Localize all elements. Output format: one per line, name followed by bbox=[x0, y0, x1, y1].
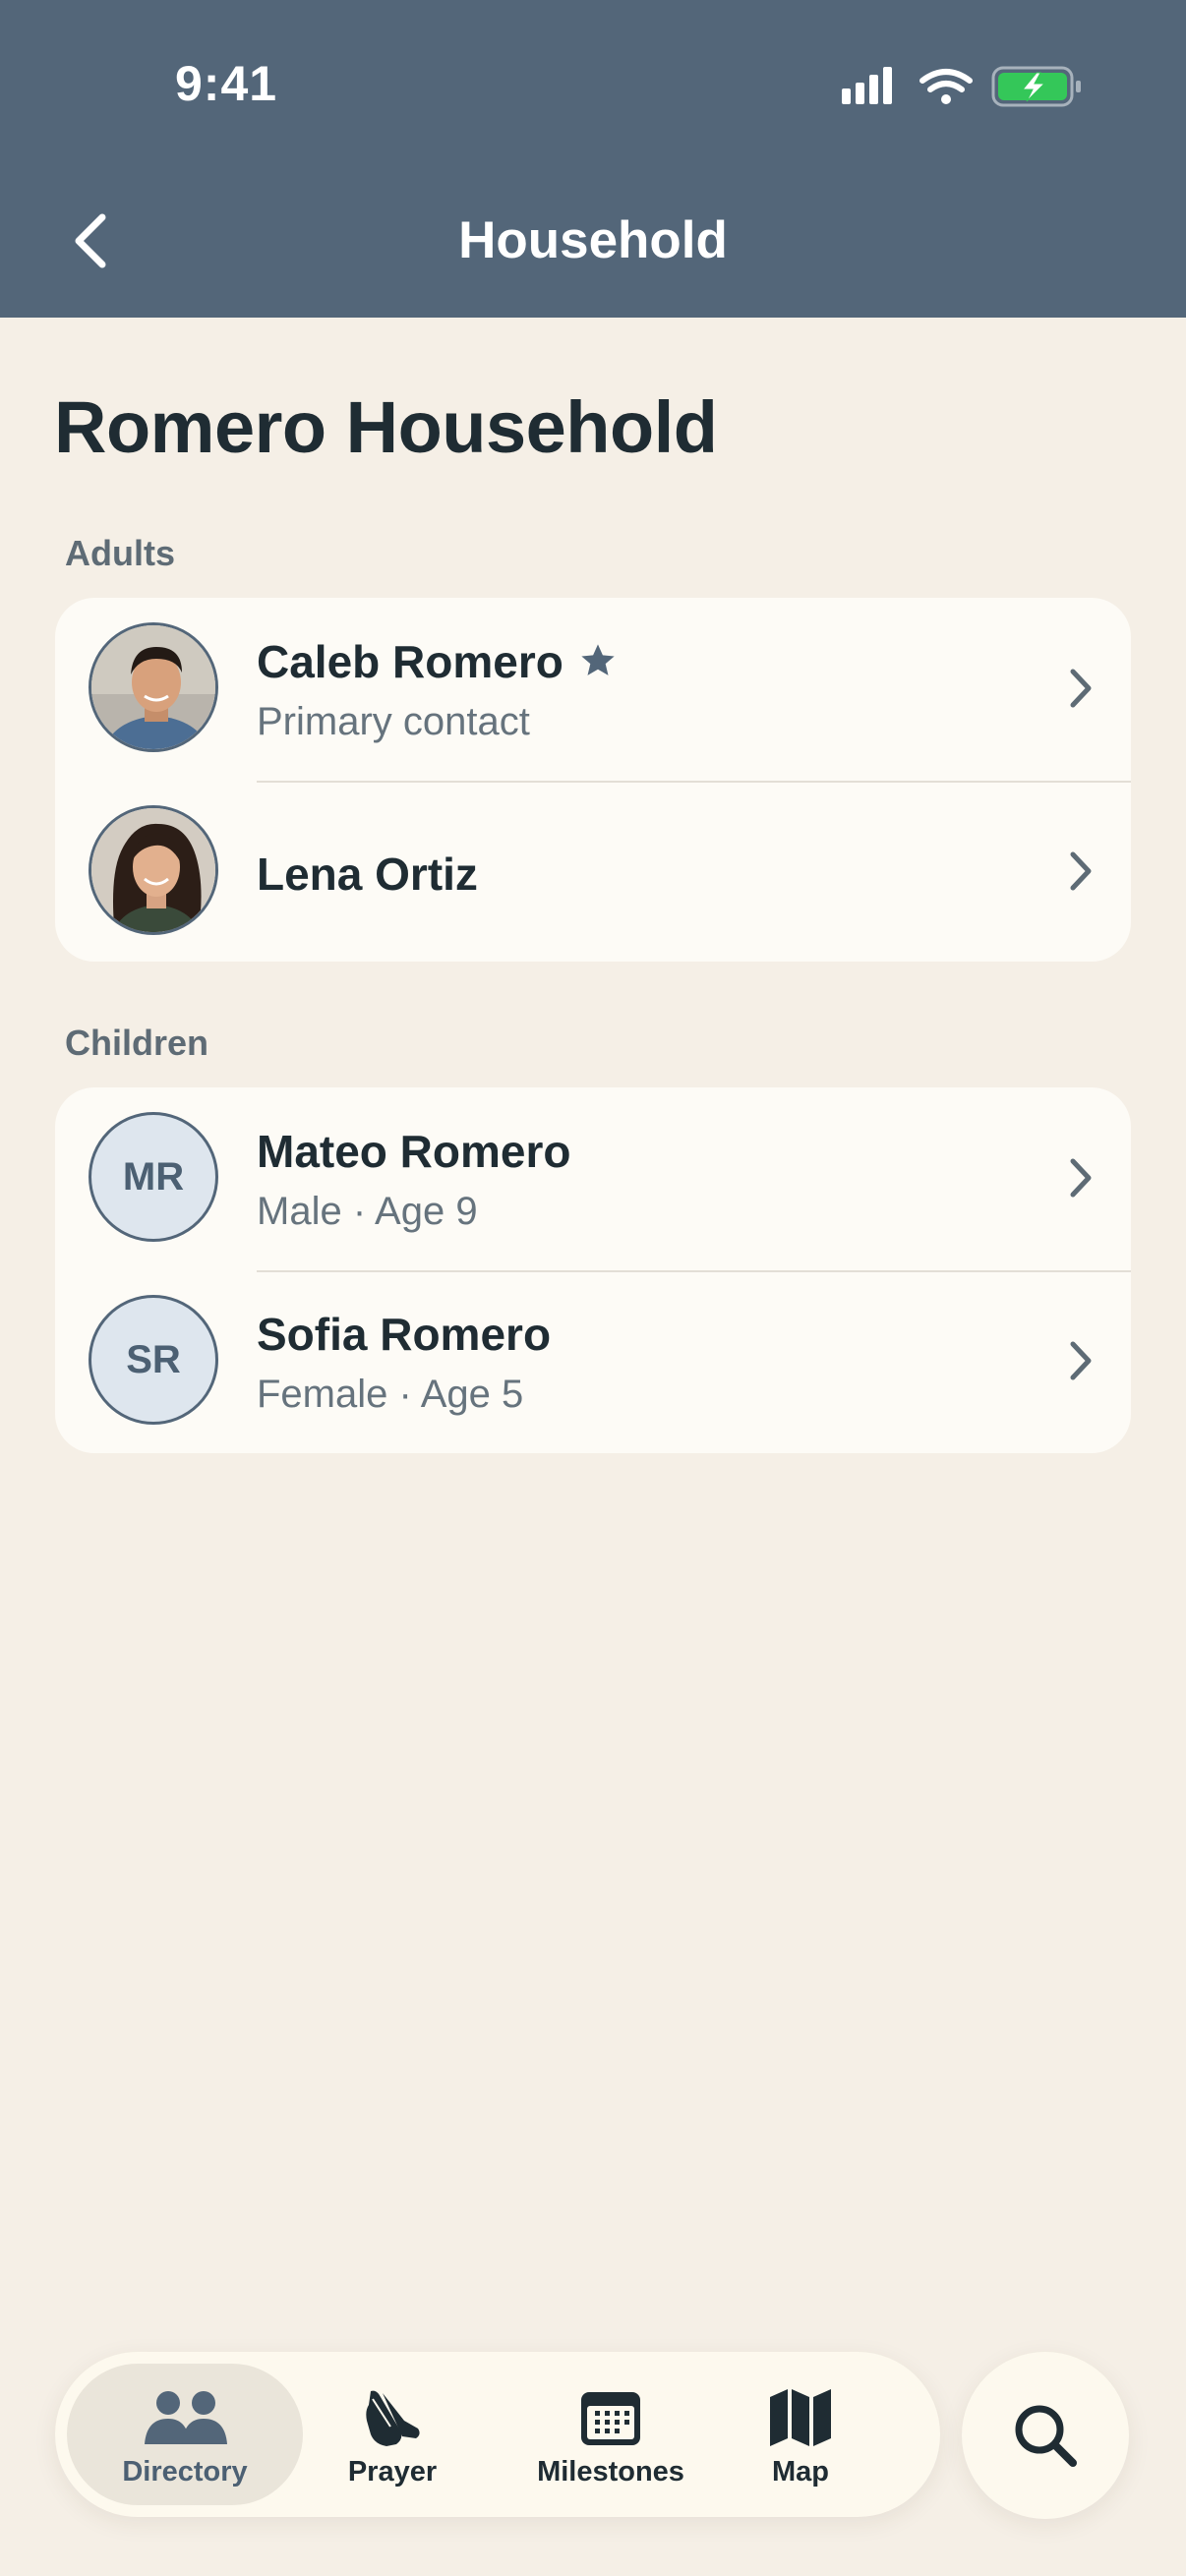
avatar bbox=[89, 622, 218, 752]
member-row-sofia-romero[interactable]: SR Sofia Romero Female · Age 5 bbox=[55, 1270, 1131, 1453]
chevron-right-icon bbox=[1068, 849, 1094, 898]
section-label-adults: Adults bbox=[65, 533, 175, 573]
tab-label: Prayer bbox=[347, 2456, 438, 2488]
member-name: Lena Ortiz bbox=[257, 849, 478, 900]
member-subtitle: Male · Age 9 bbox=[257, 1190, 478, 1233]
tab-directory[interactable]: Directory bbox=[67, 2364, 303, 2505]
tab-map[interactable]: Map bbox=[712, 2364, 889, 2505]
chevron-right-icon bbox=[1068, 1156, 1094, 1204]
tab-label: Milestones bbox=[537, 2456, 684, 2488]
member-row-lena-ortiz[interactable]: Lena Ortiz bbox=[55, 781, 1131, 962]
member-name: Sofia Romero bbox=[257, 1309, 552, 1360]
avatar bbox=[89, 805, 218, 935]
page-title: Romero Household bbox=[54, 386, 718, 468]
map-icon bbox=[768, 2385, 833, 2450]
adults-card: Caleb Romero Primary contact Lena Ortiz bbox=[55, 598, 1131, 962]
chevron-right-icon bbox=[1068, 667, 1094, 715]
signal-wifi-battery-icon bbox=[842, 66, 1081, 107]
nav-title: Household bbox=[458, 211, 728, 269]
tab-bar: Directory Prayer Milestones Map bbox=[55, 2352, 940, 2517]
member-name: Caleb Romero bbox=[257, 635, 619, 692]
search-button[interactable] bbox=[962, 2352, 1129, 2519]
avatar-initials: SR bbox=[89, 1295, 218, 1425]
avatar-photo bbox=[91, 808, 215, 932]
star-icon bbox=[577, 639, 619, 692]
tab-milestones[interactable]: Milestones bbox=[503, 2364, 719, 2505]
member-subtitle: Female · Age 5 bbox=[257, 1373, 524, 1416]
member-row-mateo-romero[interactable]: MR Mateo Romero Male · Age 9 bbox=[55, 1087, 1131, 1270]
chevron-right-icon bbox=[1068, 1339, 1094, 1387]
tab-label: Map bbox=[772, 2456, 829, 2488]
tab-label: Directory bbox=[122, 2456, 248, 2488]
avatar-photo bbox=[91, 625, 215, 749]
avatar-initials: MR bbox=[89, 1112, 218, 1242]
tab-prayer[interactable]: Prayer bbox=[294, 2364, 491, 2505]
navigation-header: 9:41 Household bbox=[0, 0, 1186, 318]
people-icon bbox=[141, 2385, 229, 2450]
calendar-icon bbox=[579, 2385, 642, 2450]
children-card: MR Mateo Romero Male · Age 9 SR Sofia Ro… bbox=[55, 1087, 1131, 1453]
section-label-children: Children bbox=[65, 1023, 209, 1063]
member-subtitle: Primary contact bbox=[257, 700, 530, 743]
member-name: Mateo Romero bbox=[257, 1126, 571, 1177]
search-icon bbox=[1015, 2405, 1077, 2467]
praying-hands-icon bbox=[361, 2385, 424, 2450]
member-row-caleb-romero[interactable]: Caleb Romero Primary contact bbox=[55, 598, 1131, 781]
